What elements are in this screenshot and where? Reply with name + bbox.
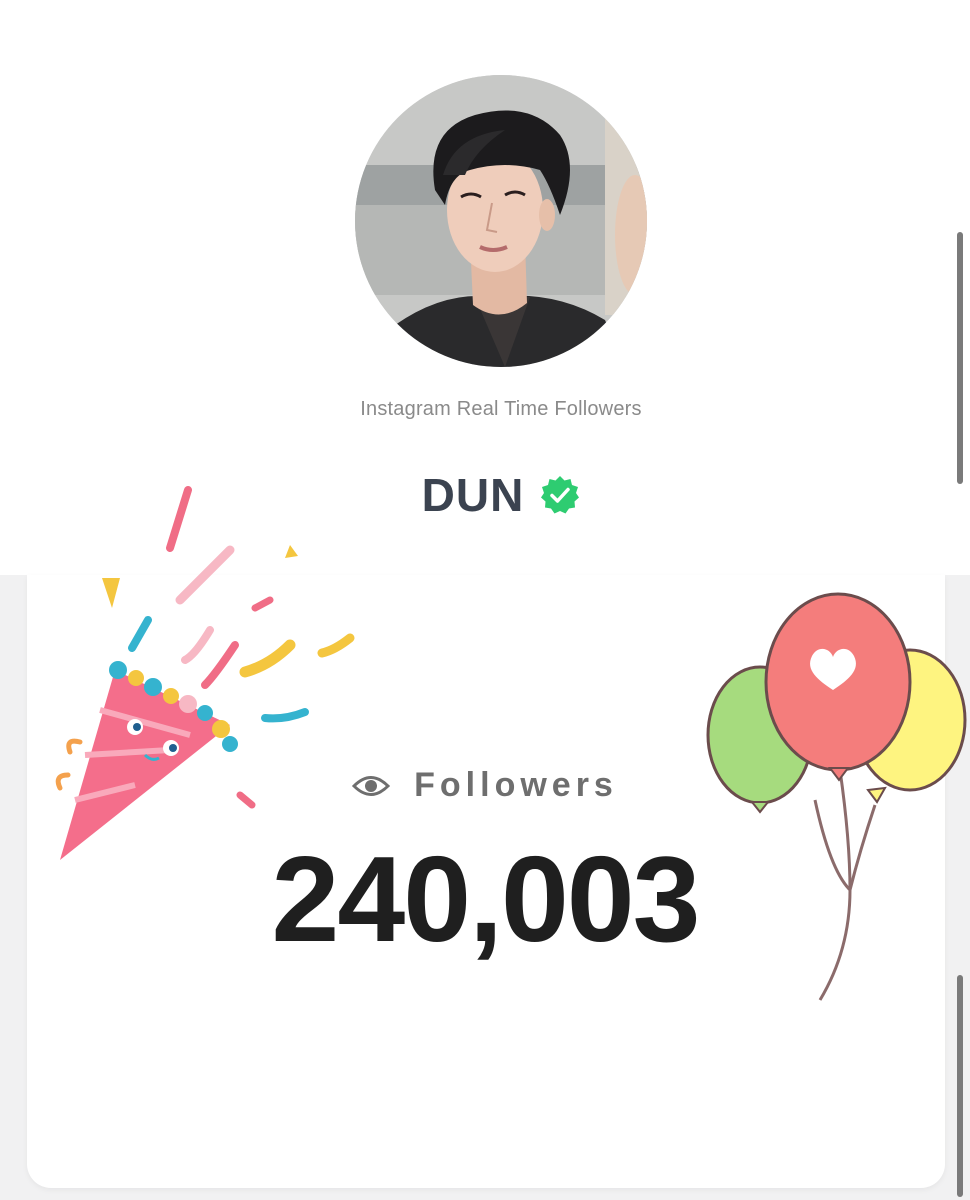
party-popper-illustration bbox=[55, 486, 355, 860]
profile-name: DUN bbox=[421, 469, 525, 521]
scrollbar-top[interactable] bbox=[957, 232, 963, 484]
followers-count: 240,003 bbox=[271, 831, 701, 967]
page-subtitle: Instagram Real Time Followers bbox=[360, 398, 642, 420]
verified-badge-icon bbox=[541, 476, 580, 514]
followers-label-row: Followers bbox=[0, 766, 970, 805]
scrollbar-bottom[interactable] bbox=[957, 975, 963, 1197]
followers-label: Followers bbox=[414, 766, 618, 804]
profile-avatar bbox=[355, 75, 647, 367]
eye-icon bbox=[352, 775, 391, 796]
page: Instagram Real Time Followers DUN Follow… bbox=[0, 0, 970, 1200]
